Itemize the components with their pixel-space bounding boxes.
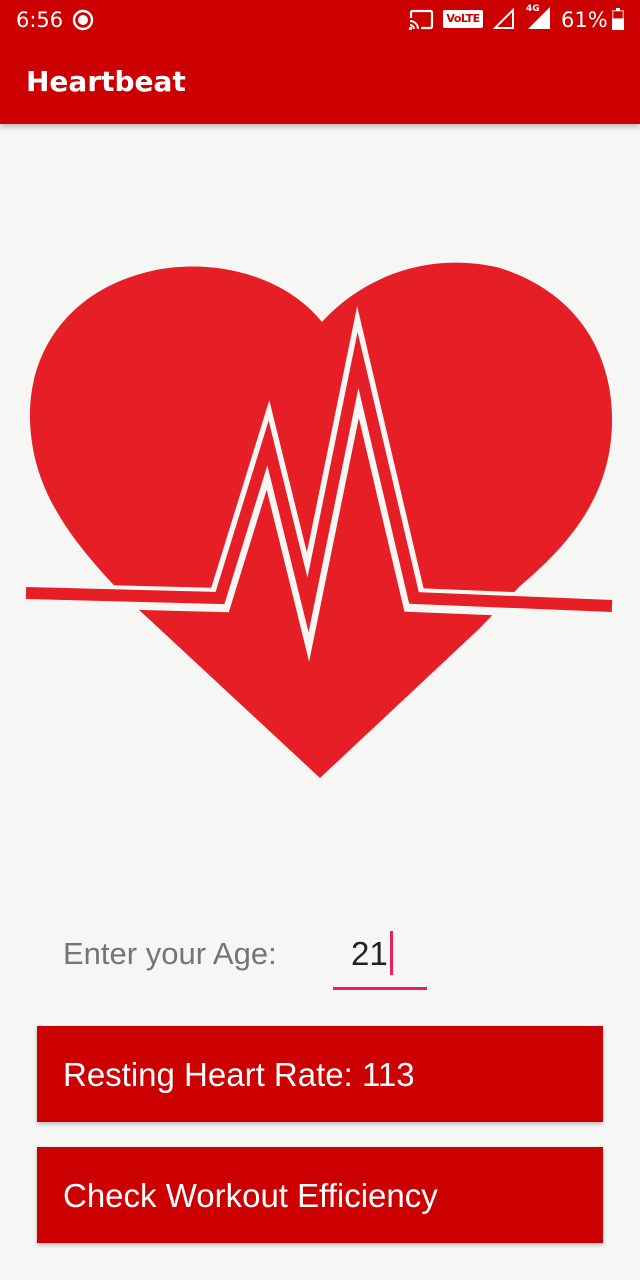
age-field-container [333,924,427,990]
battery-icon [612,8,624,30]
status-bar: 6:56 VoLTE 4G 61% [0,0,640,40]
text-cursor [390,931,393,975]
app-bar: Heartbeat [0,40,640,124]
cast-icon [408,9,434,31]
app-title: Heartbeat [26,65,186,98]
check-workout-efficiency-button[interactable]: Check Workout Efficiency [37,1147,603,1243]
age-input[interactable] [333,924,427,984]
battery-percent: 61% [561,8,608,32]
volte-icon: VoLTE [443,10,483,28]
heartbeat-screen: 6:56 VoLTE 4G 61% Heartbeat Enter your A… [0,0,640,1280]
network-type-label: 4G [526,4,540,14]
record-icon [72,9,94,31]
status-time: 6:56 [16,8,64,32]
age-input-underline [333,987,427,990]
heartbeat-icon [25,262,613,779]
resting-heart-rate-button[interactable]: Resting Heart Rate: 113 [37,1026,603,1122]
signal-icon [493,8,514,29]
age-label: Enter your Age: [63,936,277,971]
